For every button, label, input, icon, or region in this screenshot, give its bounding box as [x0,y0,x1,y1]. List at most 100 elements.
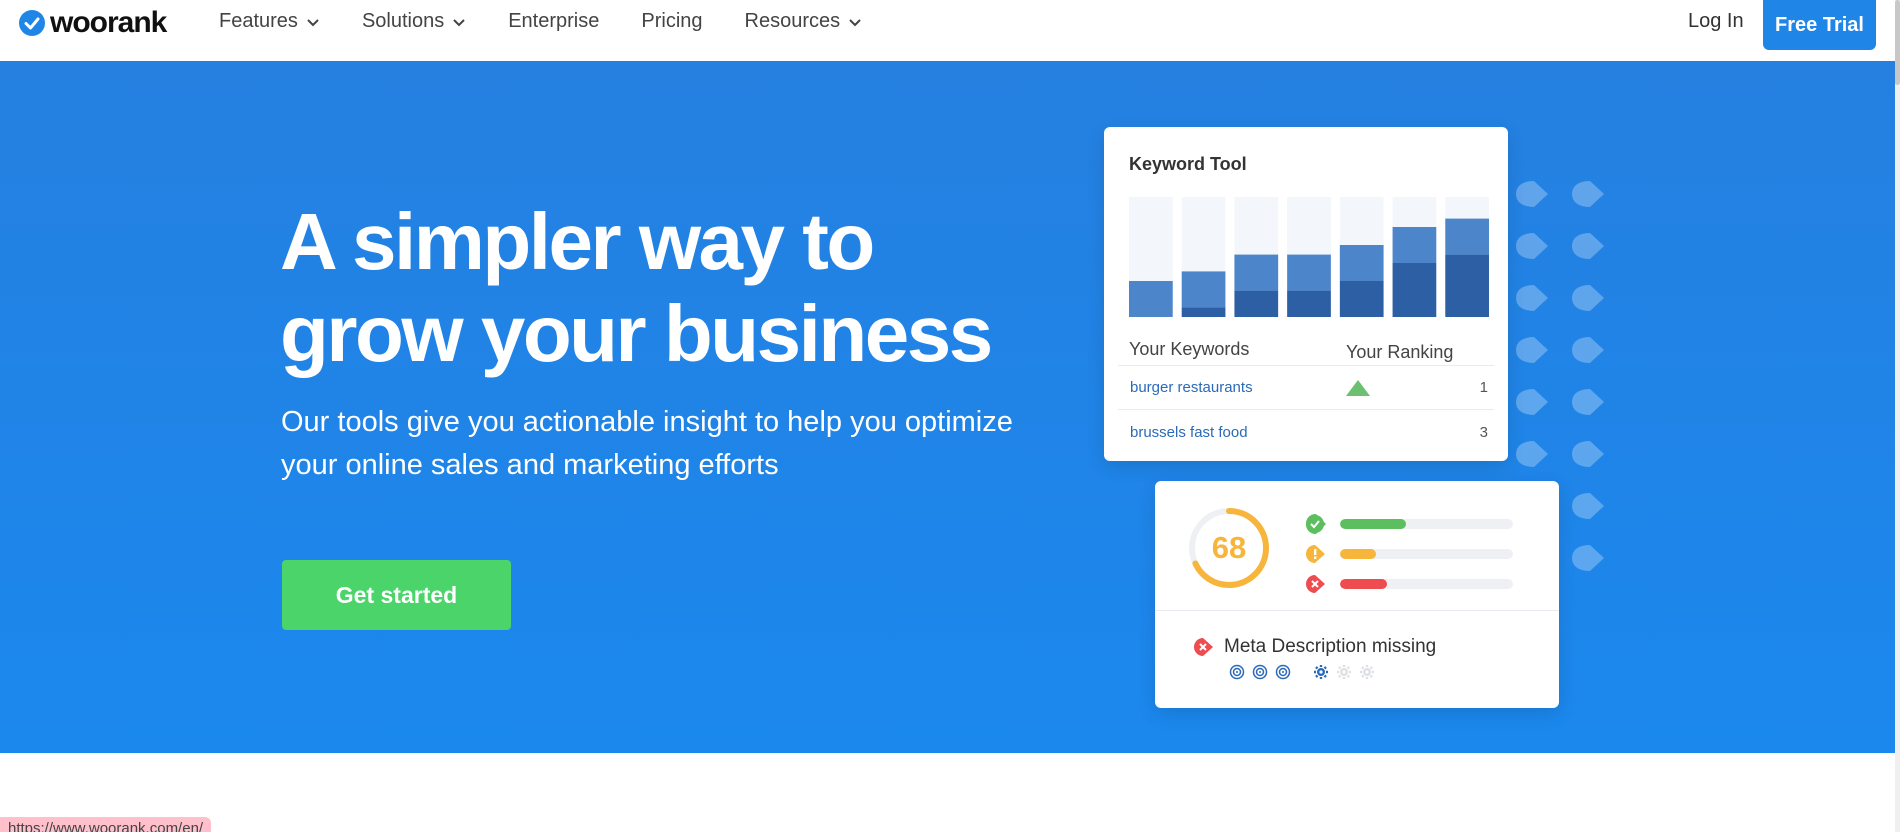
keyword-tool-title: Keyword Tool [1129,154,1247,174]
error-icon [1194,638,1213,656]
logo-text: woorank [50,6,167,39]
hero-headline: A simpler way to grow your business [280,196,1040,380]
rank-value: 3 [1479,423,1488,441]
nav-item-solutions[interactable]: Solutions [362,10,466,33]
ranking-cell: 1 [1334,379,1494,396]
nav-item-enterprise[interactable]: Enterprise [508,10,599,33]
keyword-tool-card: Keyword Tool Your Keywords Your Ranking … [1104,127,1508,461]
ranking-cell: 3 [1334,424,1494,441]
decorative-drop [1572,233,1604,259]
nav-item-pricing[interactable]: Pricing [641,10,702,33]
col-your-ranking: Your Ranking [1346,341,1454,362]
chevron-down-icon [307,18,319,26]
gear-icon [1360,665,1374,679]
nav-menu: Features Solutions Enterprise Pricing Re… [219,10,862,33]
score-bar-track [1340,549,1513,559]
table-row: burger restaurants 1 [1118,366,1494,410]
woorank-logo[interactable]: woorank [18,6,167,40]
trend-up-icon [1346,379,1370,396]
decorative-drop [1572,441,1604,467]
chevron-down-icon [453,18,465,26]
keyword-cell[interactable]: burger restaurants [1118,379,1334,396]
decorative-drop [1572,181,1604,207]
chart-bar-segment-light [1287,254,1331,291]
target-icon [1252,664,1268,680]
free-trial-button[interactable]: Free Trial [1763,0,1876,50]
nav-item-label: Solutions [361,10,445,32]
decorative-drop [1516,181,1548,207]
score-bar-error [1305,569,1513,599]
chart-bar-segment-light [1445,218,1489,255]
chart-bar-segment-light [1234,254,1279,291]
score-bar-fill [1340,579,1387,589]
decorative-drop [1516,337,1548,363]
hero-section: A simpler way to grow your business Our … [0,61,1895,753]
keyword-table-header: Your Keywords Your Ranking [1118,329,1494,366]
score-bar-track [1340,579,1513,589]
chart-bar-segment-dark [1339,281,1384,317]
check-icon [1306,514,1326,534]
decorative-drop [1516,441,1548,467]
seo-score-card: 68 Meta Description missing [1155,481,1559,708]
decorative-drop [1516,389,1548,415]
nav-item-label: Resources [744,10,841,32]
below-fold-section [0,753,1895,832]
get-started-button[interactable]: Get started [282,560,511,630]
score-value: 68 [1211,530,1247,565]
decorative-drop [1516,233,1548,259]
decorative-drop [1572,285,1604,311]
score-bar-track [1340,519,1513,529]
score-bar-warning [1305,539,1513,569]
keyword-cell[interactable]: brussels fast food [1118,424,1334,441]
rank-value: 1 [1479,379,1488,396]
status-bar-url: https://www.woorank.com/en/ [0,817,212,832]
hero-subline: Our tools give you actionable insight to… [281,401,1081,487]
chart-bar-segment-dark [1181,307,1226,317]
chart-bar-segment-light [1392,227,1437,263]
nav-item-label: Pricing [641,10,703,32]
decorative-drop [1572,545,1604,571]
nav-item-resources[interactable]: Resources [745,10,863,33]
score-bar-fill [1340,549,1377,559]
gear-icon [1314,665,1328,679]
nav-item-label: Features [219,10,298,32]
col-your-keywords: Your Keywords [1129,339,1250,359]
target-icon [1275,664,1291,680]
chart-bar-segment-light [1181,271,1226,308]
nav-item-features[interactable]: Features [219,10,320,33]
score-bar-fill [1340,519,1406,529]
chart-bar-segment-dark [1445,254,1489,317]
scrollbar-thumb[interactable] [1895,0,1900,85]
decorative-drop [1516,285,1548,311]
login-link[interactable]: Log In [1688,10,1744,33]
error-icon [1306,575,1325,593]
hero-subline-line1: Our tools give you actionable insight to… [281,406,1013,438]
hero-headline-line1: A simpler way to [280,197,875,286]
keyword-table: Your Keywords Your Ranking burger restau… [1118,329,1494,454]
gear-icon [1337,665,1351,679]
issue-text: Meta Description missing [1224,636,1437,657]
target-icon [1229,664,1245,680]
score-bars [1305,509,1513,599]
issue-row: Meta Description missing [1193,636,1436,658]
keyword-bar-chart [1129,197,1489,317]
top-navigation: woorank Features Solutions Enterprise Pr… [0,0,1895,61]
decorative-drop [1572,493,1604,519]
chevron-down-icon [849,18,861,26]
decorative-drop [1572,337,1604,363]
chart-bar-segment-light [1129,281,1173,317]
issue-rating-icons [1229,664,1375,680]
chart-bar-segment-light [1339,245,1384,281]
decorative-drop [1572,389,1604,415]
hero-subline-line2: your online sales and marketing efforts [281,449,779,481]
table-row: brussels fast food 3 [1118,410,1494,454]
score-bar-pass [1305,509,1513,539]
chart-bar-segment-dark [1287,290,1331,317]
page-scrollbar[interactable] [1895,0,1900,832]
hero-headline-line2: grow your business [280,289,993,378]
nav-item-label: Enterprise [508,10,600,32]
chart-bar-segment-dark [1234,290,1279,317]
divider [1155,610,1559,611]
warning-icon [1306,545,1325,563]
chart-bar-segment-dark [1392,263,1437,317]
